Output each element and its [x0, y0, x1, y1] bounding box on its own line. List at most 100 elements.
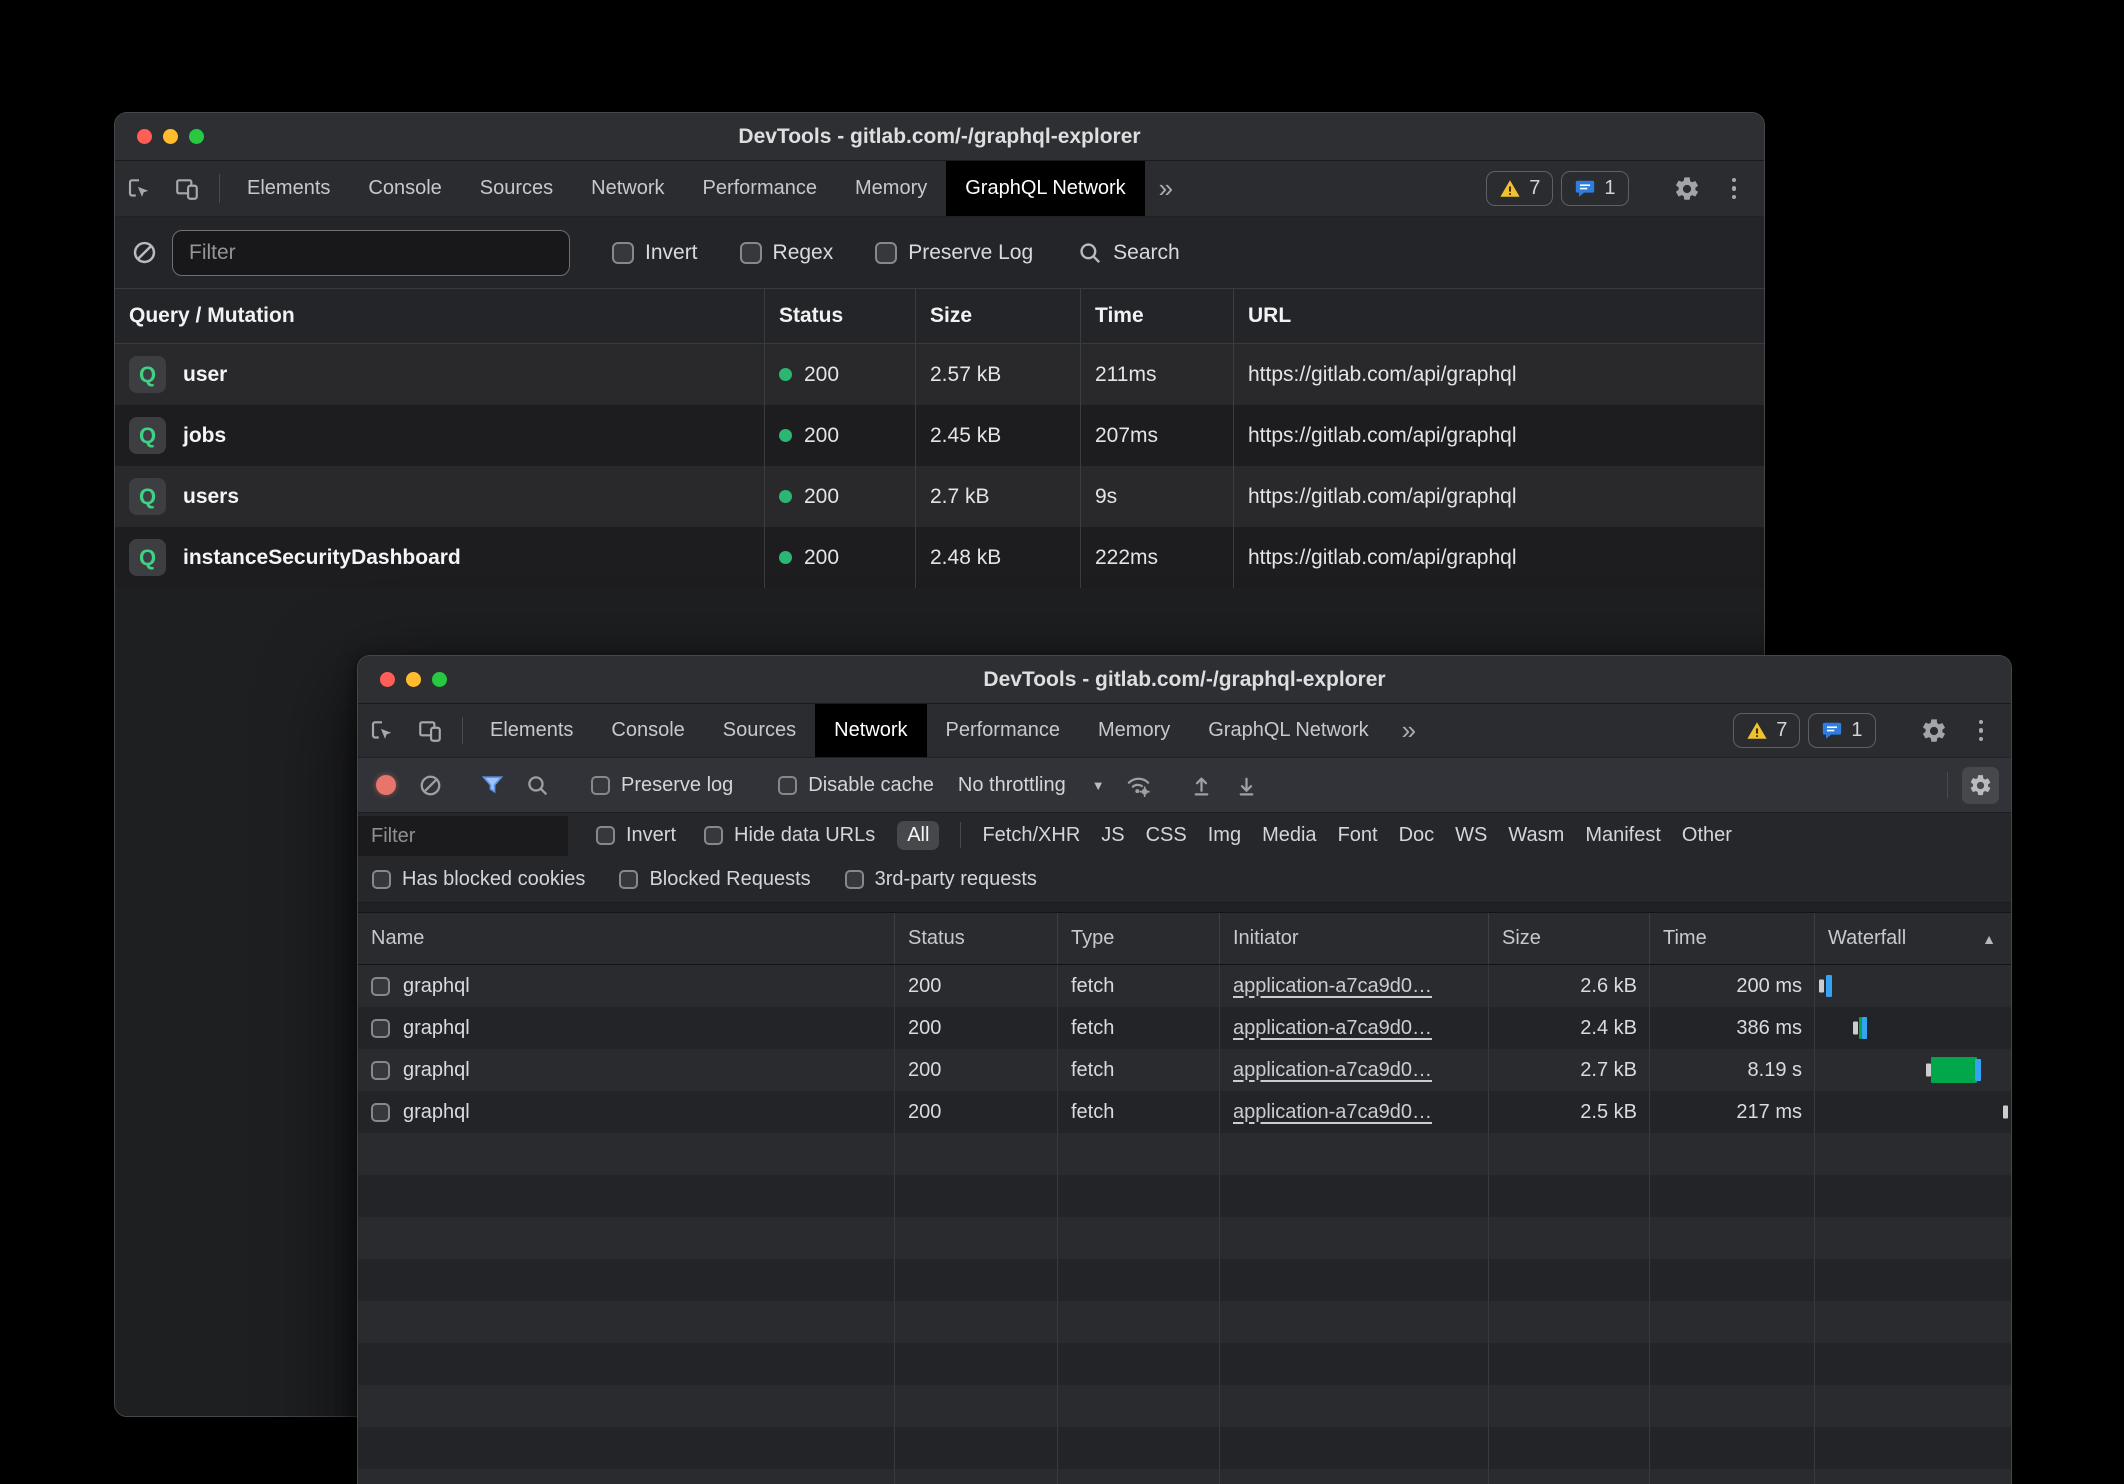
filter-type-js[interactable]: JS	[1101, 824, 1124, 847]
tab-sources[interactable]: Sources	[461, 161, 572, 216]
more-tabs-icon[interactable]: »	[1388, 704, 1430, 757]
network-conditions-icon[interactable]	[1115, 772, 1162, 799]
tab-performance[interactable]: Performance	[684, 161, 837, 216]
minimize-button[interactable]	[163, 129, 178, 144]
tab-network[interactable]: Network	[815, 704, 926, 757]
tab-console[interactable]: Console	[592, 704, 703, 757]
row-checkbox[interactable]	[371, 1103, 390, 1122]
warnings-badge[interactable]: 7	[1733, 713, 1800, 748]
table-row[interactable]: QinstanceSecurityDashboard 200 2.48 kB 2…	[115, 527, 1764, 588]
warnings-badge[interactable]: 7	[1486, 171, 1553, 206]
third-party-requests-checkbox[interactable]	[845, 870, 864, 889]
filter-type-fetch-xhr[interactable]: Fetch/XHR	[982, 824, 1080, 847]
export-har-icon[interactable]	[1224, 773, 1269, 798]
preserve-log-checkbox[interactable]	[591, 776, 610, 795]
kebab-menu-icon[interactable]	[1967, 720, 1996, 742]
filter-type-other[interactable]: Other	[1682, 824, 1732, 847]
blocked-requests-checkbox[interactable]	[619, 870, 638, 889]
request-row[interactable]: graphql 200 fetch application-a7ca9d0… 2…	[358, 965, 2011, 1007]
clear-icon[interactable]	[408, 773, 453, 798]
titlebar[interactable]: DevTools - gitlab.com/-/graphql-explorer	[115, 113, 1764, 161]
invert-checkbox[interactable]	[596, 826, 615, 845]
tab-performance[interactable]: Performance	[927, 704, 1080, 757]
initiator-link[interactable]: application-a7ca9d0…	[1233, 1101, 1432, 1124]
filter-funnel-icon[interactable]	[470, 773, 515, 798]
zoom-button[interactable]	[432, 672, 447, 687]
preserve-log-checkbox[interactable]	[875, 242, 897, 264]
disable-cache-checkbox[interactable]	[778, 776, 797, 795]
column-header-time[interactable]: Time	[1650, 913, 1815, 964]
import-har-icon[interactable]	[1179, 773, 1224, 798]
device-toolbar-icon[interactable]	[163, 161, 211, 216]
tab-network[interactable]: Network	[572, 161, 683, 216]
titlebar[interactable]: DevTools - gitlab.com/-/graphql-explorer	[358, 656, 2011, 704]
tab-sources[interactable]: Sources	[704, 704, 815, 757]
tab-elements[interactable]: Elements	[471, 704, 592, 757]
table-row[interactable]: Quser 200 2.57 kB 211ms https://gitlab.c…	[115, 344, 1764, 405]
filter-type-css[interactable]: CSS	[1146, 824, 1187, 847]
column-header-size[interactable]: Size	[916, 289, 1081, 343]
initiator-link[interactable]: application-a7ca9d0…	[1233, 1017, 1432, 1040]
settings-gear-icon[interactable]	[1662, 175, 1712, 203]
clear-icon[interactable]	[131, 239, 158, 266]
regex-checkbox[interactable]	[740, 242, 762, 264]
column-header-time[interactable]: Time	[1081, 289, 1234, 343]
filter-type-font[interactable]: Font	[1338, 824, 1378, 847]
filter-type-all[interactable]: All	[897, 821, 939, 850]
zoom-button[interactable]	[189, 129, 204, 144]
tab-graphql-network[interactable]: GraphQL Network	[1189, 704, 1387, 757]
tab-graphql-network[interactable]: GraphQL Network	[946, 161, 1144, 216]
column-header-initiator[interactable]: Initiator	[1220, 913, 1489, 964]
blocked-requests-checkbox-item[interactable]: Blocked Requests	[619, 868, 810, 891]
filter-type-manifest[interactable]: Manifest	[1585, 824, 1661, 847]
close-button[interactable]	[380, 672, 395, 687]
disable-cache-checkbox-item[interactable]: Disable cache	[778, 774, 934, 797]
tab-memory[interactable]: Memory	[1079, 704, 1189, 757]
filter-type-img[interactable]: Img	[1208, 824, 1241, 847]
table-row[interactable]: Qusers 200 2.7 kB 9s https://gitlab.com/…	[115, 466, 1764, 527]
initiator-link[interactable]: application-a7ca9d0…	[1233, 1059, 1432, 1082]
tab-memory[interactable]: Memory	[836, 161, 946, 216]
filter-input[interactable]	[358, 825, 568, 848]
minimize-button[interactable]	[406, 672, 421, 687]
tab-console[interactable]: Console	[349, 161, 460, 216]
invert-checkbox-item[interactable]: Invert	[612, 241, 698, 265]
column-header-waterfall[interactable]: Waterfall ▲	[1815, 913, 2011, 964]
invert-checkbox-item[interactable]: Invert	[596, 824, 676, 847]
search-icon[interactable]	[515, 773, 560, 798]
has-blocked-cookies-checkbox[interactable]	[372, 870, 391, 889]
column-header-query[interactable]: Query / Mutation	[115, 289, 765, 343]
inspect-element-icon[interactable]	[115, 161, 163, 216]
column-header-url[interactable]: URL	[1234, 289, 1764, 343]
close-button[interactable]	[137, 129, 152, 144]
record-button[interactable]	[376, 775, 396, 795]
column-header-size[interactable]: Size	[1489, 913, 1650, 964]
settings-gear-icon[interactable]	[1909, 717, 1959, 745]
table-row[interactable]: Qjobs 200 2.45 kB 207ms https://gitlab.c…	[115, 405, 1764, 466]
search-control[interactable]: Search	[1077, 240, 1180, 266]
request-row[interactable]: graphql 200 fetch application-a7ca9d0… 2…	[358, 1049, 2011, 1091]
invert-checkbox[interactable]	[612, 242, 634, 264]
inspect-element-icon[interactable]	[358, 704, 406, 757]
column-header-status[interactable]: Status	[765, 289, 916, 343]
messages-badge[interactable]: 1	[1808, 713, 1875, 748]
filter-type-wasm[interactable]: Wasm	[1508, 824, 1564, 847]
filter-type-media[interactable]: Media	[1262, 824, 1316, 847]
row-checkbox[interactable]	[371, 977, 390, 996]
hide-data-urls-checkbox-item[interactable]: Hide data URLs	[704, 824, 875, 847]
request-row[interactable]: graphql 200 fetch application-a7ca9d0… 2…	[358, 1007, 2011, 1049]
regex-checkbox-item[interactable]: Regex	[740, 241, 834, 265]
more-tabs-icon[interactable]: »	[1145, 161, 1187, 216]
tab-elements[interactable]: Elements	[228, 161, 349, 216]
has-blocked-cookies-checkbox-item[interactable]: Has blocked cookies	[372, 868, 585, 891]
row-checkbox[interactable]	[371, 1061, 390, 1080]
column-header-name[interactable]: Name	[358, 913, 895, 964]
device-toolbar-icon[interactable]	[406, 704, 454, 757]
filter-input[interactable]	[172, 230, 570, 276]
hide-data-urls-checkbox[interactable]	[704, 826, 723, 845]
third-party-requests-checkbox-item[interactable]: 3rd-party requests	[845, 868, 1037, 891]
messages-badge[interactable]: 1	[1561, 171, 1628, 206]
network-settings-gear-icon[interactable]	[1962, 767, 1999, 804]
column-header-type[interactable]: Type	[1058, 913, 1220, 964]
column-header-status[interactable]: Status	[895, 913, 1058, 964]
